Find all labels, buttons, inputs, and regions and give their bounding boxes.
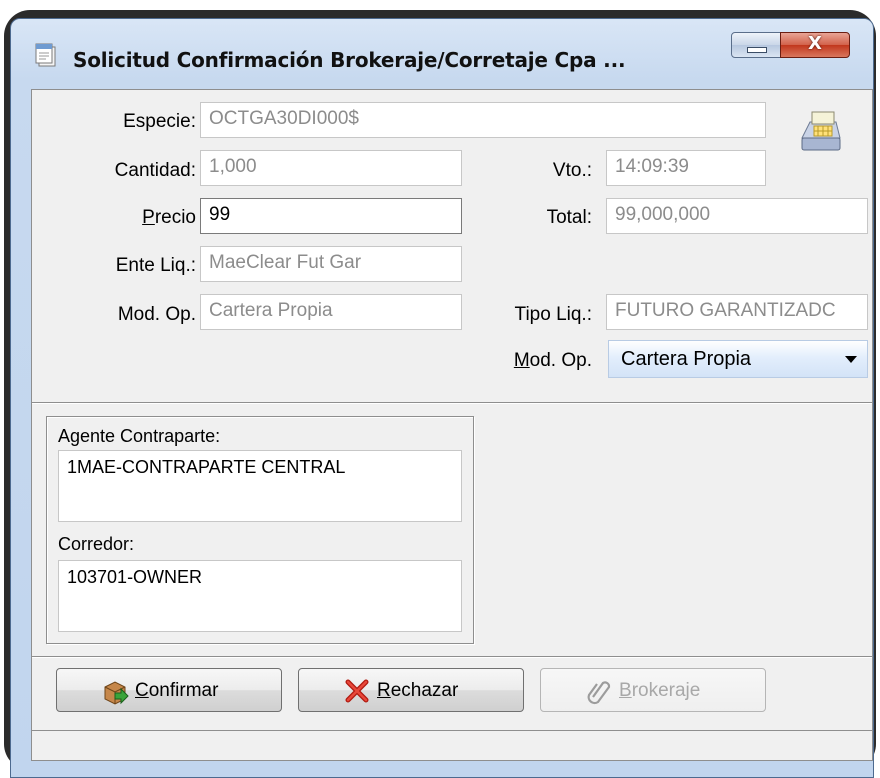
brokeraje-rest: rokeraje <box>631 680 701 701</box>
section-divider-bottom <box>32 656 872 658</box>
precio-label: Precio <box>72 207 196 229</box>
dialog-client-area: Especie: OCTGA30DI000$ Cantidad: 1,000 V… <box>31 89 873 761</box>
precio-accel: P <box>142 207 155 228</box>
rechazar-label: Rechazar <box>377 680 458 702</box>
minimize-icon <box>747 47 767 53</box>
total-field[interactable]: 99,000,000 <box>606 198 868 234</box>
confirmar-button[interactable]: Confirmar <box>56 668 282 712</box>
cantidad-label: Cantidad: <box>114 160 196 181</box>
mod-op-left-field[interactable]: Cartera Propia <box>200 294 462 330</box>
brokeraje-button[interactable]: Brokeraje <box>540 668 766 712</box>
total-label: Total: <box>546 207 592 228</box>
status-strip-divider <box>32 730 872 731</box>
precio-input[interactable]: 99 <box>200 198 462 234</box>
confirmar-rest: onfirmar <box>148 680 219 701</box>
window-title: Solicitud Confirmación Brokeraje/Correta… <box>73 48 626 72</box>
dialog-window: Solicitud Confirmación Brokeraje/Correta… <box>10 18 874 778</box>
mod-op-right-label: Mod. Op. <box>492 350 592 372</box>
rechazar-rest: echazar <box>390 680 459 701</box>
section-divider-top <box>32 402 872 404</box>
mod-op-dropdown[interactable]: Cartera Propia <box>608 340 868 378</box>
precio-label-rest: recio <box>154 207 196 228</box>
tipo-liq-label: Tipo Liq.: <box>514 304 592 325</box>
vto-field[interactable]: 14:09:39 <box>606 150 766 186</box>
confirmar-accel: C <box>135 680 149 701</box>
corredor-field[interactable]: 103701-OWNER <box>58 560 462 632</box>
mod-op-dropdown-value: Cartera Propia <box>621 348 752 370</box>
especie-label: Especie: <box>123 111 196 132</box>
calculator-register-icon[interactable] <box>796 108 844 156</box>
close-icon: X <box>808 33 822 54</box>
chevron-down-icon[interactable] <box>845 356 857 363</box>
especie-field[interactable]: OCTGA30DI000$ <box>200 102 766 138</box>
rechazar-accel: R <box>377 680 391 701</box>
minimize-button[interactable] <box>731 32 781 58</box>
paperclip-icon <box>587 681 611 705</box>
mod-op-label-rest: od. Op. <box>529 350 592 371</box>
box-confirm-icon <box>104 681 129 705</box>
tipo-liq-field[interactable]: FUTURO GARANTIZADC <box>606 294 868 330</box>
red-x-icon <box>345 679 369 703</box>
agente-contraparte-label: Agente Contraparte: <box>58 426 221 446</box>
vto-label: Vto.: <box>552 160 592 181</box>
ente-liq-label: Ente Liq.: <box>115 255 196 276</box>
brokeraje-label: Brokeraje <box>619 680 700 702</box>
close-button[interactable]: X <box>780 32 850 58</box>
rechazar-button[interactable]: Rechazar <box>298 668 524 712</box>
mod-op-left-label: Mod. Op. <box>117 304 196 325</box>
corredor-label: Corredor: <box>58 534 135 554</box>
cantidad-field[interactable]: 1,000 <box>200 150 462 186</box>
brokeraje-accel: B <box>619 680 632 701</box>
agente-contraparte-field[interactable]: 1MAE-CONTRAPARTE CENTRAL <box>58 450 462 522</box>
mod-op-accel: M <box>513 350 530 371</box>
ente-liq-field[interactable]: MaeClear Fut Gar <box>200 246 462 282</box>
title-bar[interactable]: Solicitud Confirmación Brokeraje/Correta… <box>11 19 873 89</box>
app-document-icon <box>35 43 56 67</box>
confirmar-label: Confirmar <box>135 680 218 702</box>
